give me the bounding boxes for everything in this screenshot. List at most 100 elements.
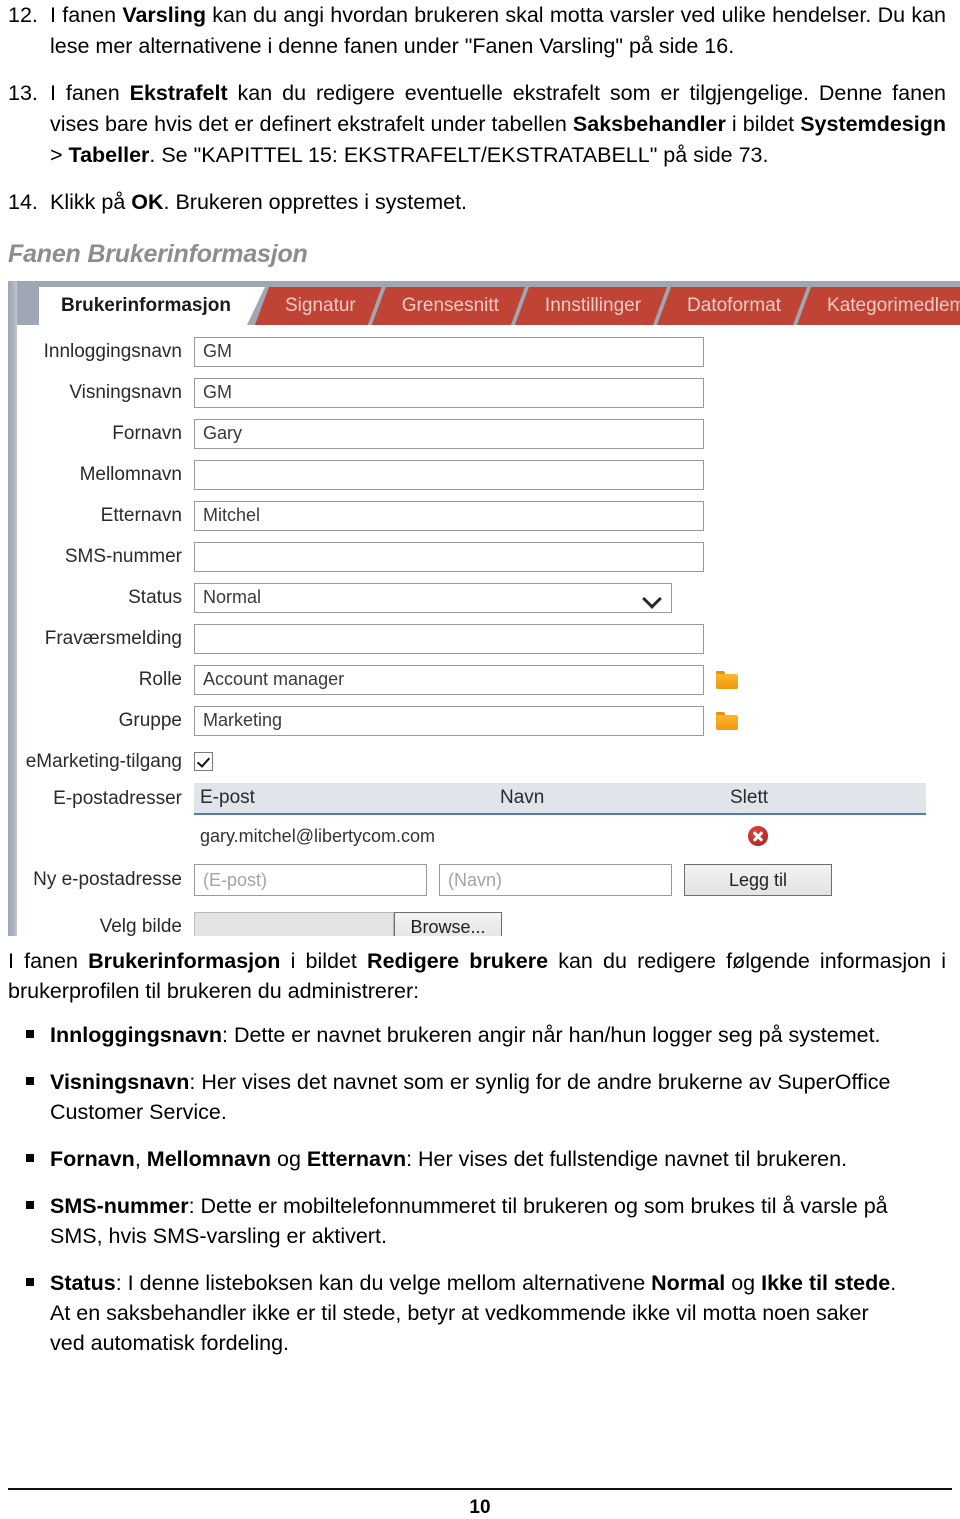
instruction-number: 12. bbox=[8, 3, 38, 27]
bullet-marker bbox=[26, 1067, 50, 1097]
bullet-marker bbox=[26, 1268, 50, 1298]
email-address-value: gary.mitchel@libertycom.com bbox=[200, 825, 435, 846]
form-row-etternavn: Etternavn Mitchel bbox=[17, 495, 960, 536]
form-row-innloggingsnavn: Innloggingsnavn GM bbox=[17, 331, 960, 372]
label-gruppe: Gruppe bbox=[118, 709, 182, 731]
bullet-innloggingsnavn: Innloggingsnavn: Dette er navnet brukere… bbox=[8, 1020, 946, 1050]
tab-label: Kategorimedlem bbox=[827, 295, 960, 316]
form-row-epostadresser-header: E-postadresser E-post Navn Slett bbox=[17, 782, 960, 816]
bullet-text: Visningsnavn: Her vises det navnet som e… bbox=[50, 1070, 891, 1124]
bullet-marker bbox=[26, 1020, 50, 1050]
email-delete-cell bbox=[672, 826, 926, 846]
tab-label: Datoformat bbox=[687, 295, 782, 316]
input-rolle[interactable]: Account manager bbox=[194, 664, 704, 695]
instruction-item: 13. I fanen Ekstrafelt kan du redigere e… bbox=[8, 78, 946, 171]
form-row-fornavn: Fornavn Gary bbox=[17, 413, 960, 454]
input-gruppe[interactable]: Marketing bbox=[194, 705, 704, 736]
tab-grensesnitt[interactable]: Grensesnitt bbox=[372, 287, 525, 325]
form-row-sms-nummer: SMS-nummer bbox=[17, 536, 960, 577]
form-row-visningsnavn: Visningsnavn GM bbox=[17, 372, 960, 413]
form-row-email-entry: gary.mitchel@libertycom.com bbox=[17, 816, 960, 856]
instruction-text: I fanen Varsling kan du angi hvordan bru… bbox=[50, 3, 946, 58]
tab-bar-leading-spacer bbox=[17, 287, 39, 325]
checkbox-emarketing-tilgang[interactable] bbox=[194, 752, 213, 771]
instruction-number: 13. bbox=[8, 81, 38, 105]
label-sms-nummer: SMS-nummer bbox=[64, 545, 182, 567]
label-epostadresser: E-postadresser bbox=[53, 788, 182, 809]
email-col-navn: Navn bbox=[500, 787, 545, 808]
bullet-marker bbox=[26, 1144, 50, 1174]
tab-bar: Brukerinformasjon Signatur Grensesnitt I… bbox=[17, 281, 960, 325]
label-emarketing-tilgang: eMarketing-tilgang bbox=[25, 750, 182, 772]
label-mellomnavn: Mellomnavn bbox=[79, 463, 182, 485]
bullet-sms-nummer: SMS-nummer: Dette er mobiltelefonnummere… bbox=[8, 1191, 946, 1251]
form-row-ny-epostadresse: Ny e-postadresse (E-post) (Navn) Legg ti… bbox=[17, 856, 960, 904]
instruction-list: 12. I fanen Varsling kan du angi hvordan… bbox=[0, 0, 960, 218]
input-new-email-address[interactable]: (E-post) bbox=[194, 864, 427, 896]
add-email-button[interactable]: Legg til bbox=[684, 864, 832, 896]
email-table-header: E-post Navn Slett bbox=[194, 783, 926, 815]
label-status: Status bbox=[128, 586, 182, 608]
instruction-text: Klikk på OK. Brukeren opprettes i system… bbox=[50, 190, 468, 214]
tab-label: Innstillinger bbox=[544, 295, 642, 316]
input-mellomnavn[interactable] bbox=[194, 459, 704, 490]
tab-label: Brukerinformasjon bbox=[61, 295, 231, 316]
form-row-mellomnavn: Mellomnavn bbox=[17, 454, 960, 495]
label-innloggingsnavn: Innloggingsnavn bbox=[43, 340, 182, 362]
input-innloggingsnavn[interactable]: GM bbox=[194, 336, 704, 367]
tab-brukerinformasjon[interactable]: Brukerinformasjon bbox=[39, 287, 265, 325]
bullet-text: Innloggingsnavn: Dette er navnet brukere… bbox=[50, 1023, 881, 1047]
form-row-fravaersmelding: Fraværsmelding bbox=[17, 618, 960, 659]
instruction-item: 12. I fanen Varsling kan du angi hvordan… bbox=[8, 0, 946, 62]
input-sms-nummer[interactable] bbox=[194, 541, 704, 572]
select-status[interactable]: Normal bbox=[194, 582, 672, 613]
file-path-display bbox=[194, 911, 394, 936]
email-col-epost: E-post bbox=[200, 787, 255, 808]
input-fornavn[interactable]: Gary bbox=[194, 418, 704, 449]
email-table-row: gary.mitchel@libertycom.com bbox=[194, 818, 926, 855]
form-row-emarketing-tilgang: eMarketing-tilgang bbox=[17, 741, 960, 782]
label-visningsnavn: Visningsnavn bbox=[69, 381, 182, 403]
form-row-velg-bilde: Velg bilde Browse... bbox=[17, 904, 960, 936]
instruction-item: 14. Klikk på OK. Brukeren opprettes i sy… bbox=[8, 187, 946, 218]
delete-icon[interactable] bbox=[747, 826, 768, 846]
app-screenshot: Brukerinformasjon Signatur Grensesnitt I… bbox=[0, 281, 960, 936]
browse-button[interactable]: Browse... bbox=[394, 911, 502, 936]
folder-icon-gruppe[interactable] bbox=[716, 711, 738, 730]
page-number: 10 bbox=[469, 1497, 491, 1518]
intro-paragraph: I fanen Brukerinformasjon i bildet Redig… bbox=[8, 949, 946, 1003]
label-etternavn: Etternavn bbox=[100, 504, 182, 526]
user-information-form: Innloggingsnavn GM Visningsnavn GM Forna… bbox=[17, 325, 960, 936]
tab-label: Grensesnitt bbox=[401, 295, 499, 316]
instruction-number: 14. bbox=[8, 190, 38, 214]
page-footer: 10 bbox=[0, 1488, 960, 1519]
form-row-rolle: Rolle Account manager bbox=[17, 659, 960, 700]
label-velg-bilde: Velg bilde bbox=[99, 916, 182, 936]
app-chrome-left-rail bbox=[8, 281, 17, 936]
label-rolle: Rolle bbox=[138, 668, 182, 690]
chevron-down-icon bbox=[643, 592, 661, 604]
label-fornavn: Fornavn bbox=[112, 422, 182, 444]
email-col-slett: Slett bbox=[730, 787, 769, 808]
input-new-email-name[interactable]: (Navn) bbox=[439, 864, 672, 896]
input-etternavn[interactable]: Mitchel bbox=[194, 500, 704, 531]
tab-label: Signatur bbox=[284, 295, 356, 316]
instruction-text: I fanen Ekstrafelt kan du redigere event… bbox=[50, 81, 946, 167]
tab-innstillinger[interactable]: Innstillinger bbox=[515, 287, 667, 325]
tab-signatur[interactable]: Signatur bbox=[255, 287, 382, 325]
bullet-text: Fornavn, Mellomnavn og Etternavn: Her vi… bbox=[50, 1147, 848, 1171]
tab-kategorimedlem[interactable]: Kategorimedlem bbox=[797, 287, 960, 325]
bullet-visningsnavn: Visningsnavn: Her vises det navnet som e… bbox=[8, 1067, 946, 1127]
bullet-status: Status: I denne listeboksen kan du velge… bbox=[8, 1268, 946, 1358]
input-fravaersmelding[interactable] bbox=[194, 623, 704, 654]
body-copy: I fanen Brukerinformasjon i bildet Redig… bbox=[0, 946, 960, 1358]
bullet-marker bbox=[26, 1191, 50, 1221]
section-heading: Fanen Brukerinformasjon bbox=[8, 240, 308, 268]
tab-datoformat[interactable]: Datoformat bbox=[657, 287, 807, 325]
folder-icon-rolle[interactable] bbox=[716, 670, 738, 689]
label-fravaersmelding: Fraværsmelding bbox=[44, 627, 182, 649]
label-ny-epostadresse: Ny e-postadresse bbox=[33, 869, 182, 890]
input-visningsnavn[interactable]: GM bbox=[194, 377, 704, 408]
select-status-value: Normal bbox=[203, 587, 262, 607]
bullet-text: SMS-nummer: Dette er mobiltelefonnummere… bbox=[50, 1194, 888, 1248]
